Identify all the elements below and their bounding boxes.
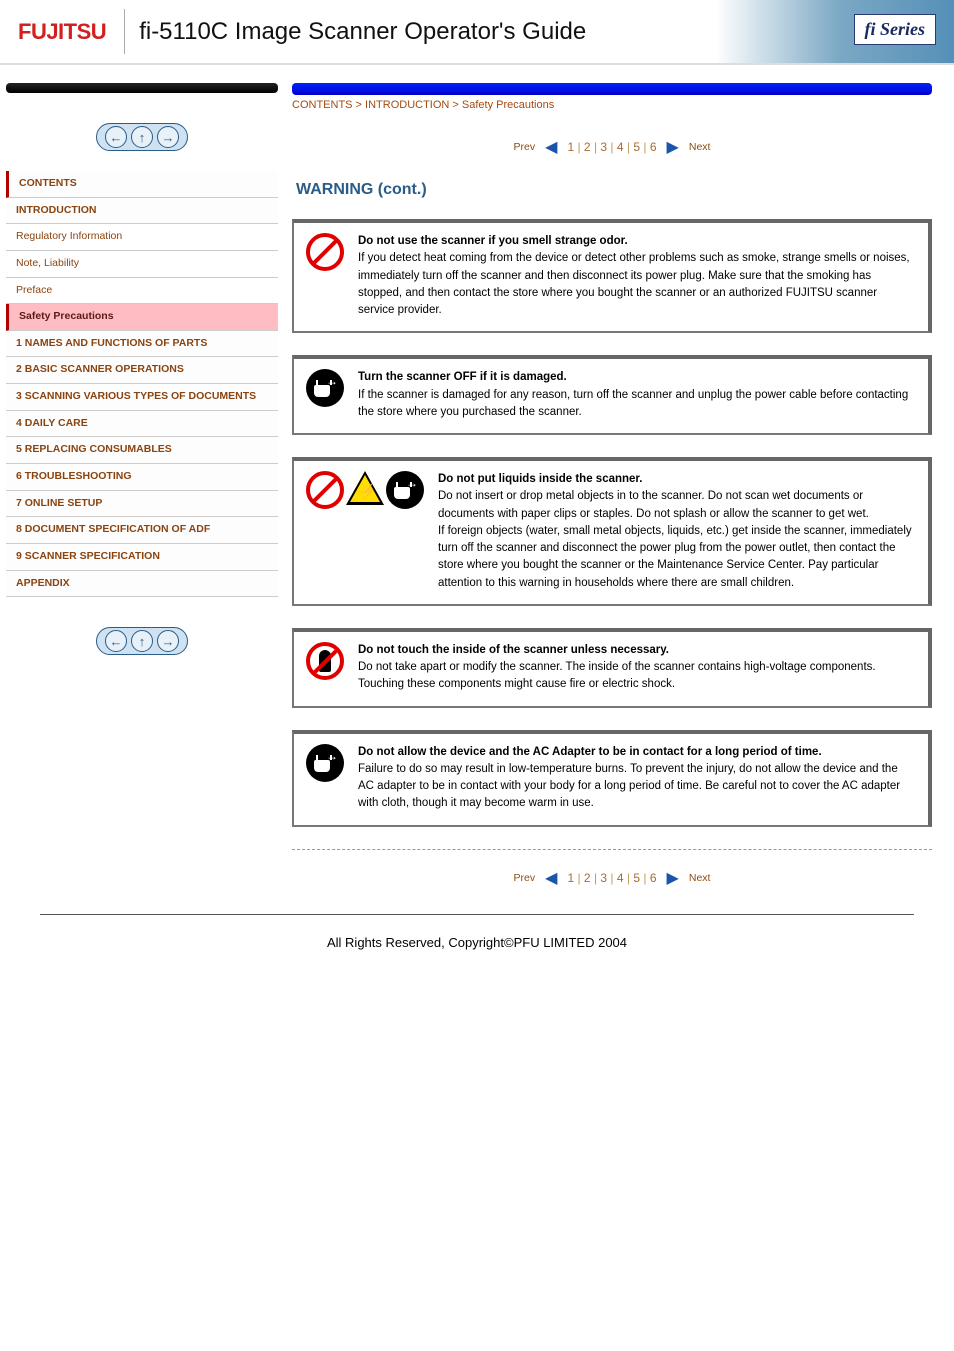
breadcrumb: CONTENTS > INTRODUCTION > Safety Precaut… [292,95,932,119]
sidebar: ← ↑ → CONTENTSINTRODUCTIONRegulatory Inf… [6,83,278,894]
pager-prev-label[interactable]: Prev [514,872,536,884]
pager-page[interactable]: 6 [650,140,657,154]
warning-box: Do not touch the inside of the scanner u… [292,628,932,708]
pager-page[interactable]: 6 [650,871,657,885]
nav-up-button[interactable]: ↑ [131,630,153,652]
toc-item[interactable]: 5 REPLACING CONSUMABLES [6,437,278,464]
warning-text: Do not touch the inside of the scanner u… [358,642,916,694]
warning-box: → Turn the scanner OFF if it is damaged.I… [292,355,932,435]
warning-box: → Do not allow the device and the AC Adap… [292,730,932,827]
pager-prev-icon[interactable]: ◀ [545,868,557,888]
nav-pill-bottom: ← ↑ → [6,597,278,667]
pager-top: Prev ◀ 1 | 2 | 3 | 4 | 5 | 6 ▶ Next [292,119,932,163]
warning-text: Do not put liquids inside the scanner.Do… [438,471,916,592]
electric-shock-icon [346,471,386,511]
unplug-icon: → [386,471,426,511]
warning-text: Do not use the scanner if you smell stra… [358,233,916,319]
pager-page[interactable]: 4 [617,140,624,154]
brand-logo: FUJITSU [0,19,124,45]
pager-sep: | [624,871,634,885]
pager-sep: | [574,871,584,885]
toc-item[interactable]: INTRODUCTION [6,198,278,225]
warning-box: Do not use the scanner if you smell stra… [292,219,932,333]
nav-next-button[interactable]: → [157,630,179,652]
page-title: fi-5110C Image Scanner Operator's Guide [125,18,586,46]
nav-prev-button[interactable]: ← [105,630,127,652]
warning-icons [306,233,346,319]
pager-page[interactable]: 4 [617,871,624,885]
toc-item[interactable]: Preface [6,278,278,305]
toc-item[interactable]: APPENDIX [6,571,278,598]
warning-icons: → [306,471,426,592]
do-not-touch-icon [306,642,346,682]
main-content: CONTENTS > INTRODUCTION > Safety Precaut… [292,83,932,894]
toc-item[interactable]: CONTENTS [6,171,278,198]
pager-sep: | [607,871,617,885]
toc-item[interactable]: 6 TROUBLESHOOTING [6,464,278,491]
pager-sep: | [624,140,634,154]
toc-item[interactable]: 9 SCANNER SPECIFICATION [6,544,278,571]
toc-item[interactable]: 4 DAILY CARE [6,411,278,438]
header-bar: FUJITSU fi-5110C Image Scanner Operator'… [0,0,954,65]
toc-item[interactable]: 3 SCANNING VARIOUS TYPES OF DOCUMENTS [6,384,278,411]
pager-next-label[interactable]: Next [689,141,711,153]
pager-next-icon[interactable]: ▶ [667,137,679,157]
warning-icons: → [306,369,346,421]
sidebar-top-band [6,83,278,93]
pager-sep: | [640,140,650,154]
pager-next-label[interactable]: Next [689,872,711,884]
pager-bottom: Prev ◀ 1 | 2 | 3 | 4 | 5 | 6 ▶ Next [292,849,932,894]
pager-sep: | [591,140,601,154]
warning-icons [306,642,346,694]
pager-prev-icon[interactable]: ◀ [545,137,557,157]
toc-item[interactable]: 1 NAMES AND FUNCTIONS OF PARTS [6,331,278,358]
toc-item[interactable]: Note, Liability [6,251,278,278]
pager-prev-label[interactable]: Prev [514,141,536,153]
toc-item[interactable]: Safety Precautions [6,304,278,331]
series-badge: fi Series [854,14,937,45]
toc: CONTENTSINTRODUCTIONRegulatory Informati… [6,171,278,597]
pager-sep: | [574,140,584,154]
pager-page[interactable]: 2 [584,140,591,154]
toc-item[interactable]: Regulatory Information [6,224,278,251]
pager-sep: | [640,871,650,885]
prohibit-icon [306,233,346,273]
pager-next-icon[interactable]: ▶ [667,868,679,888]
warning-box: → Do not put liquids inside the scanner.D… [292,457,932,606]
toc-item[interactable]: 7 ONLINE SETUP [6,491,278,518]
unplug-icon: → [306,744,346,784]
unplug-icon: → [306,369,346,409]
pager-sep: | [607,140,617,154]
warning-icons: → [306,744,346,813]
main-top-band [292,83,932,95]
warning-text: Turn the scanner OFF if it is damaged.If… [358,369,916,421]
pager-sep: | [591,871,601,885]
nav-pill-top: ← ↑ → [6,93,278,163]
prohibit-icon [306,471,346,511]
nav-next-button[interactable]: → [157,126,179,148]
nav-prev-button[interactable]: ← [105,126,127,148]
toc-item[interactable]: 2 BASIC SCANNER OPERATIONS [6,357,278,384]
toc-item[interactable]: 8 DOCUMENT SPECIFICATION OF ADF [6,517,278,544]
section-heading: WARNING (cont.) [292,163,932,209]
pager-page[interactable]: 2 [584,871,591,885]
footer-copyright: All Rights Reserved, Copyright©PFU LIMIT… [40,914,914,970]
warning-text: Do not allow the device and the AC Adapt… [358,744,916,813]
nav-up-button[interactable]: ↑ [131,126,153,148]
